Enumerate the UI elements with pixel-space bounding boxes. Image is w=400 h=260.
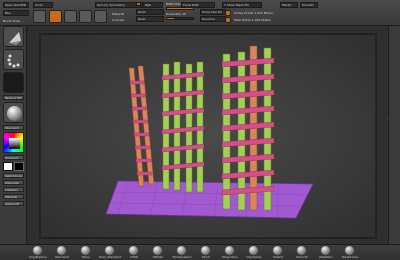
- gradient-button[interactable]: Gradient: [3, 155, 24, 160]
- scale-button[interactable]: [94, 10, 107, 23]
- color-square[interactable]: [9, 138, 20, 149]
- total-points-label: Total Points 1.025 Million: [234, 18, 272, 22]
- dots-stroke-icon: [7, 54, 20, 68]
- smooth-field[interactable]: Smooth: [300, 2, 318, 8]
- draw-button[interactable]: [64, 10, 77, 23]
- secondary-color-swatch[interactable]: [14, 162, 24, 171]
- sculpt-tool-button[interactable]: [33, 10, 46, 23]
- brush-mask-pen[interactable]: MaskPen: [314, 246, 338, 260]
- brush-dam-standard[interactable]: Dam_Standard: [98, 246, 122, 260]
- total-points-indicator: [225, 17, 231, 23]
- dynamic-field[interactable]: Dynamic: [200, 16, 226, 22]
- colorize-label: Colorize: [112, 18, 125, 22]
- brush-icon: [297, 246, 306, 255]
- active-points-label: Active Points 1.025 Million: [234, 11, 274, 15]
- material-label[interactable]: Standard: [3, 125, 24, 130]
- draw-size-field[interactable]: Draw Size 64: [200, 9, 226, 15]
- material-thumbnail[interactable]: [3, 102, 24, 123]
- brush-move[interactable]: Move: [74, 246, 98, 260]
- edit-button[interactable]: [49, 10, 62, 23]
- brush-icon: [81, 246, 90, 255]
- brush-smooth[interactable]: Smooth: [290, 246, 314, 260]
- brush-icon: [57, 246, 66, 255]
- brush-icon: [321, 246, 330, 255]
- document-canvas[interactable]: [28, 26, 400, 244]
- zadd-field[interactable]: Zadd: [136, 9, 164, 15]
- cone-icon: [9, 32, 21, 45]
- brush-move-topo[interactable]: Move Topo: [218, 246, 242, 260]
- top-toolbar: Open Def.ZPR Blur Brush Tools Undo Sym b…: [0, 0, 400, 26]
- brush-clay-buildup[interactable]: ClayBuildup: [26, 246, 50, 260]
- material-sphere-icon: [7, 106, 22, 121]
- brush-mask-circle[interactable]: MaskCircle: [338, 246, 362, 260]
- active-points-indicator: [225, 10, 231, 16]
- brush-thumbnail[interactable]: [3, 26, 24, 47]
- brush-icon: [129, 246, 138, 255]
- brush-pinch[interactable]: Pinch: [194, 246, 218, 260]
- move-button[interactable]: [79, 10, 92, 23]
- brush-clay-tubes[interactable]: ClayTubes: [242, 246, 266, 260]
- standard-button[interactable]: Material: [3, 194, 24, 199]
- brush-tools-label: Brush Tools: [3, 19, 21, 23]
- left-shelf: Texture Off Standard Gradient SwitchColo…: [0, 26, 27, 244]
- right-shelf: [388, 26, 400, 244]
- brush-icon: [249, 246, 258, 255]
- brush-icon: [105, 246, 114, 255]
- morph-field[interactable]: Morph: [280, 2, 298, 8]
- brush-icon: [153, 246, 162, 255]
- brush-icon: [201, 246, 210, 255]
- main-color-swatch[interactable]: [3, 162, 13, 171]
- stroke-thumbnail[interactable]: [3, 49, 24, 70]
- z-intensity-slider[interactable]: [166, 17, 194, 20]
- material-label: Material: [112, 12, 125, 16]
- open-file-field[interactable]: Open Def.ZPR: [3, 2, 29, 8]
- rgb-swatch[interactable]: [136, 2, 141, 6]
- brush-icon: [225, 246, 234, 255]
- bottom-brush-bar: ClayBuildup Standard Move Dam_Standard I…: [0, 244, 400, 260]
- blur-field[interactable]: Blur: [3, 10, 29, 16]
- brush-icon: [177, 246, 186, 255]
- brush-icon: [345, 246, 354, 255]
- brush-slash3[interactable]: Slash3: [266, 246, 290, 260]
- rgb-field[interactable]: Rgb: [143, 2, 163, 8]
- brush-icon: [33, 246, 42, 255]
- color-picker[interactable]: [3, 132, 24, 153]
- texture-off-button[interactable]: Texture Off: [3, 95, 24, 100]
- brush-standard[interactable]: Standard: [50, 246, 74, 260]
- z-intensity-label: ZIntensity 25: [166, 12, 186, 16]
- zsub-field[interactable]: Zsub: [136, 16, 164, 22]
- switch-color-button[interactable]: SwitchColor: [3, 173, 24, 178]
- alpha-thumbnail[interactable]: [3, 72, 24, 93]
- brush-icon: [273, 246, 282, 255]
- alternate-button[interactable]: Alternate: [3, 180, 24, 185]
- brush-trim-dynamic[interactable]: TrimDynamic: [170, 246, 194, 260]
- alpha-off-button[interactable]: Alpha Off: [3, 201, 24, 206]
- scaffold-model: [28, 26, 400, 244]
- lightbox-button[interactable]: Lightbox: [3, 187, 24, 192]
- brush-inflat[interactable]: Inflat: [122, 246, 146, 260]
- focal-shift-field[interactable]: Focal Shift: [181, 2, 215, 8]
- floor-plane: [105, 180, 314, 219]
- undo-field[interactable]: Undo: [33, 2, 53, 8]
- brush-hpolish[interactable]: hPolish: [146, 246, 170, 260]
- show-mesh-field[interactable]: Y Show Mesh Fill: [222, 2, 262, 8]
